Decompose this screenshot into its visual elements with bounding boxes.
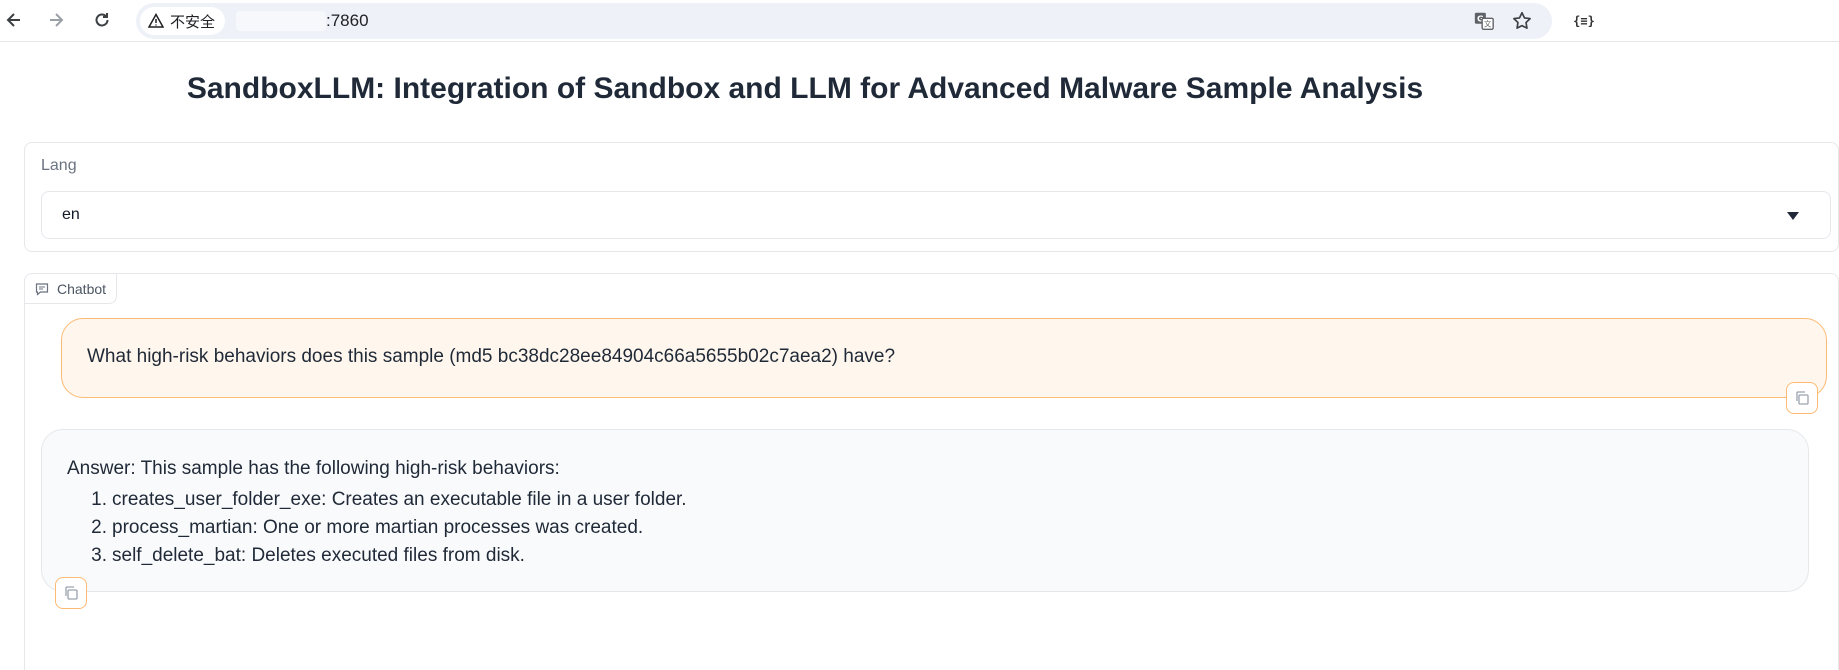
back-arrow-icon[interactable] [0, 6, 28, 34]
user-message-text: What high-risk behaviors does this sampl… [87, 346, 896, 367]
chatbot-label: Chatbot [25, 274, 118, 304]
page-title: SandboxLLM: Integration of Sandbox and L… [186, 72, 1424, 105]
json-extension-icon[interactable]: {≡} [1572, 9, 1596, 33]
chat-icon [35, 282, 49, 296]
lang-dropdown[interactable]: en [41, 191, 1831, 239]
chatbot-block: Chatbot What high-risk behaviors does th… [24, 273, 1839, 670]
url-text[interactable]: :7860 [326, 11, 369, 31]
translate-icon[interactable]: G文 [1472, 9, 1496, 33]
chatbot-tab-label: Chatbot [57, 280, 107, 297]
security-chip[interactable]: 不安全 [140, 7, 226, 35]
security-label: 不安全 [170, 13, 216, 31]
lang-selected-value: en [62, 206, 80, 223]
list-item-number: 1. [91, 489, 107, 510]
list-item-number: 3. [91, 545, 107, 566]
copy-icon [1796, 391, 1809, 405]
list-item: 3. self_delete_bat: Deletes executed file… [67, 542, 687, 570]
list-item-text: creates_user_folder_exe: Creates an exec… [112, 489, 687, 510]
address-bar[interactable]: 不安全 :7860 G文 [136, 3, 1552, 39]
forward-arrow-icon[interactable] [42, 6, 70, 34]
lang-label: Lang [41, 157, 77, 174]
copy-user-message-button[interactable] [1786, 382, 1818, 414]
browser-toolbar: 不安全 :7860 G文 {≡} [0, 0, 1839, 42]
chevron-down-icon [1787, 212, 1799, 220]
warning-triangle-icon [148, 13, 164, 28]
redacted-url-host [236, 11, 326, 31]
star-icon[interactable] [1510, 9, 1534, 33]
svg-text:文: 文 [1484, 20, 1492, 29]
reload-icon[interactable] [88, 6, 116, 34]
list-item-text: process_martian: One or more martian pro… [112, 517, 644, 538]
bot-message: Answer: This sample has the following hi… [41, 429, 1809, 592]
behavior-list: 1. creates_user_folder_exe: Creates an ex… [67, 486, 687, 570]
list-item: 1. creates_user_folder_exe: Creates an ex… [67, 486, 687, 514]
lang-block: Lang en [24, 142, 1839, 252]
list-item-text: self_delete_bat: Deletes executed files … [112, 545, 525, 566]
list-item-number: 2. [91, 517, 107, 538]
bot-message-intro: Answer: This sample has the following hi… [67, 458, 560, 479]
copy-icon [65, 586, 78, 600]
copy-bot-message-button[interactable] [55, 577, 87, 609]
list-item: 2. process_martian: One or more martian p… [67, 514, 687, 542]
user-message: What high-risk behaviors does this sampl… [61, 318, 1827, 398]
